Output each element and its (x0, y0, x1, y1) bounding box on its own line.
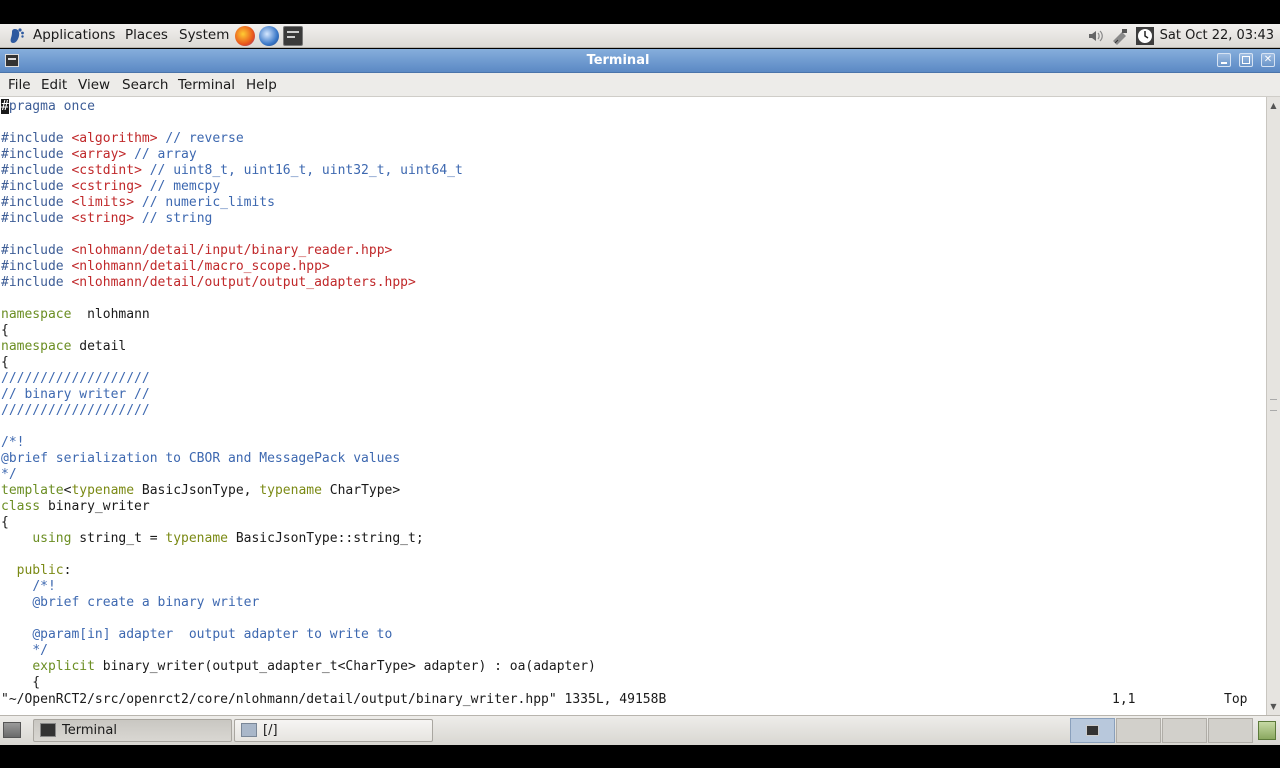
show-desktop-icon[interactable] (3, 722, 21, 738)
vim-buffer[interactable]: #pragma once #include <algorithm> // reve… (1, 99, 596, 691)
thunderbird-launcher-icon[interactable] (259, 26, 279, 46)
scrollbar-grip[interactable] (1270, 399, 1277, 411)
code-line: { (1, 515, 9, 530)
gnome-foot-icon[interactable] (6, 26, 26, 46)
volume-icon[interactable] (1087, 27, 1105, 45)
window-title: Terminal (586, 53, 650, 68)
code-line: template<typename BasicJsonType, typenam… (1, 483, 401, 498)
code-line: #include <nlohmann/detail/input/binary_r… (1, 243, 393, 258)
code-line: public: (16, 563, 72, 578)
network-icon[interactable] (1111, 27, 1129, 45)
taskbar-item-label: [/] (263, 723, 278, 738)
terminal-task-icon (40, 723, 56, 737)
vim-scroll-position: Top (1224, 692, 1248, 707)
workspace-switcher-2[interactable] (1116, 718, 1161, 743)
terminal-view[interactable]: #pragma once #include <algorithm> // reve… (0, 97, 1266, 715)
code-line: #include <string> // string (1, 211, 213, 226)
terminal-scrollbar[interactable]: ▲ ▼ (1266, 97, 1280, 715)
code-line: #include <array> // array (1, 147, 197, 162)
code-line: { (1, 675, 41, 690)
code-line: { (1, 323, 9, 338)
panel-clock[interactable]: Sat Oct 22, 03:43 (1160, 24, 1274, 47)
clock-icon (1136, 27, 1154, 45)
code-line: /////////////////// (1, 403, 150, 418)
bottom-border (0, 745, 1280, 768)
code-line: using string_t = typename BasicJsonType:… (32, 531, 424, 546)
scroll-down-arrow-icon[interactable]: ▼ (1267, 700, 1280, 713)
code-line: #pragma once (1, 99, 95, 114)
code-line: */ (1, 467, 17, 482)
code-line: #include <limits> // numeric_limits (1, 195, 275, 210)
menu-help[interactable]: Help (246, 73, 277, 97)
taskbar-item-label: Terminal (62, 723, 117, 738)
workspace-switcher-1[interactable] (1070, 718, 1115, 743)
minimize-button[interactable] (1217, 53, 1231, 67)
code-line: #include <algorithm> // reverse (1, 131, 244, 146)
menu-view[interactable]: View (78, 73, 110, 97)
code-line: /////////////////// (1, 371, 150, 386)
taskbar-item-terminal[interactable]: Terminal (33, 719, 232, 742)
code-line: #include <nlohmann/detail/macro_scope.hp… (1, 259, 330, 274)
close-button[interactable]: ✕ (1261, 53, 1275, 67)
code-line: @param[in] adapter output adapter to wri… (32, 627, 393, 642)
menu-edit[interactable]: Edit (41, 73, 67, 97)
workspace-switcher-4[interactable] (1208, 718, 1253, 743)
code-line: @brief create a binary writer (32, 595, 260, 610)
menu-search[interactable]: Search (122, 73, 168, 97)
scroll-up-arrow-icon[interactable]: ▲ (1267, 99, 1280, 112)
maximize-button[interactable] (1239, 53, 1253, 67)
system-menu[interactable]: System (179, 24, 229, 48)
code-line: /*! (1, 435, 25, 450)
code-line: @brief serialization to CBOR and Message… (1, 451, 401, 466)
top-panel: Applications Places System Sat Oct 22, 0… (0, 24, 1280, 48)
code-line: namespace nlohmann (1, 307, 150, 322)
menu-file[interactable]: File (8, 73, 31, 97)
folder-task-icon (241, 723, 257, 737)
terminal-menubar: File Edit View Search Terminal Help (0, 73, 1280, 97)
code-line: #include <cstring> // memcpy (1, 179, 221, 194)
code-line: { (1, 355, 9, 370)
code-line: explicit binary_writer(output_adapter_t<… (32, 659, 596, 674)
code-line: #include <nlohmann/detail/output/output_… (1, 275, 416, 290)
trash-icon[interactable] (1258, 721, 1276, 740)
applications-menu[interactable]: Applications (33, 24, 115, 48)
vim-status-file: "~/OpenRCT2/src/openrct2/core/nlohmann/d… (1, 692, 667, 707)
places-menu[interactable]: Places (125, 24, 168, 48)
workspace-switcher-3[interactable] (1162, 718, 1207, 743)
terminal-launcher-icon[interactable] (283, 26, 303, 46)
top-border (0, 0, 1280, 24)
code-line: // binary writer // (1, 387, 150, 402)
firefox-launcher-icon[interactable] (235, 26, 255, 46)
code-line: namespace detail (1, 339, 127, 354)
vim-cursor-position: 1,1 (1112, 692, 1136, 707)
code-line: class binary_writer (1, 499, 150, 514)
taskbar-item-folder[interactable]: [/] (234, 719, 433, 742)
menu-terminal[interactable]: Terminal (178, 73, 235, 97)
code-line: /*! (32, 579, 56, 594)
window-titlebar[interactable]: Terminal ✕ (0, 49, 1280, 73)
bottom-taskbar: Terminal [/] (0, 715, 1280, 745)
code-line: #include <cstdint> // uint8_t, uint16_t,… (1, 163, 463, 178)
code-line: */ (32, 643, 48, 658)
